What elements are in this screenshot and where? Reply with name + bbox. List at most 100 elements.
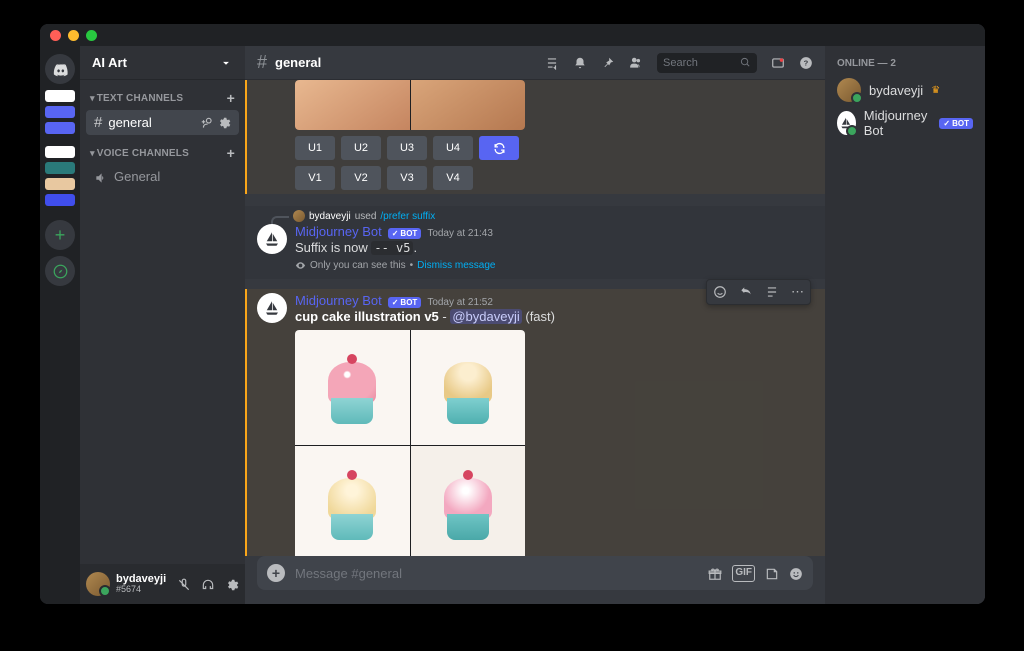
app-window: + AI Art ▾ TEXT CHANNELS + # bbox=[40, 24, 985, 604]
sailboat-icon bbox=[839, 116, 853, 130]
u2-button[interactable]: U2 bbox=[341, 136, 381, 160]
search-input[interactable]: Search bbox=[657, 53, 757, 73]
speaker-icon bbox=[94, 169, 108, 185]
chevron-down-icon: ▾ bbox=[90, 93, 95, 104]
discord-logo-icon bbox=[52, 61, 69, 78]
reply-button[interactable] bbox=[733, 280, 759, 304]
message: U1 U2 U3 U4 V1 V2 V3 V4 bbox=[245, 80, 825, 194]
server-folder-1[interactable] bbox=[45, 90, 75, 134]
user-avatar[interactable] bbox=[86, 572, 110, 596]
bot-badge: BOT bbox=[388, 228, 422, 239]
threads-button[interactable] bbox=[545, 54, 559, 71]
add-reaction-button[interactable] bbox=[707, 280, 733, 304]
emoji-button[interactable] bbox=[789, 565, 803, 582]
message-content: cup cake illustration v5 - @bydaveyji (f… bbox=[295, 308, 555, 326]
dismiss-link[interactable]: Dismiss message bbox=[417, 260, 495, 271]
window-close-button[interactable] bbox=[50, 30, 61, 41]
generated-image-grid[interactable] bbox=[295, 330, 525, 556]
more-button[interactable]: ⋯ bbox=[785, 280, 810, 304]
u1-button[interactable]: U1 bbox=[295, 136, 335, 160]
help-button[interactable]: ? bbox=[799, 54, 813, 71]
thread-button[interactable] bbox=[759, 280, 785, 304]
reply-avatar bbox=[293, 210, 305, 222]
chevron-down-icon: ▾ bbox=[90, 148, 95, 159]
bot-avatar[interactable] bbox=[257, 293, 287, 323]
channel-title: general bbox=[275, 55, 321, 70]
bot-avatar[interactable] bbox=[257, 224, 287, 254]
refresh-icon bbox=[493, 142, 506, 155]
add-server-button[interactable]: + bbox=[45, 220, 75, 250]
settings-icon[interactable] bbox=[217, 116, 231, 130]
u3-button[interactable]: U3 bbox=[387, 136, 427, 160]
titlebar bbox=[40, 24, 985, 46]
generated-image-preview[interactable] bbox=[295, 80, 525, 130]
members-button[interactable] bbox=[629, 54, 643, 71]
window-minimize-button[interactable] bbox=[68, 30, 79, 41]
channel-general[interactable]: # general bbox=[86, 110, 239, 135]
user-settings-button[interactable] bbox=[225, 576, 239, 592]
message-input[interactable] bbox=[295, 566, 698, 581]
app-body: + AI Art ▾ TEXT CHANNELS + # bbox=[40, 46, 985, 604]
add-voice-channel-button[interactable]: + bbox=[227, 145, 235, 161]
composer-area: + GIF bbox=[245, 556, 825, 604]
ephemeral-note: Only you can see this • Dismiss message bbox=[295, 260, 495, 271]
message-hover-actions: ⋯ bbox=[706, 279, 811, 305]
bot-badge: BOT bbox=[388, 297, 422, 308]
server-header[interactable]: AI Art bbox=[80, 46, 245, 80]
explore-servers-button[interactable] bbox=[45, 256, 75, 286]
sailboat-icon bbox=[263, 299, 281, 317]
v1-button[interactable]: V1 bbox=[295, 166, 335, 190]
message-composer[interactable]: + GIF bbox=[257, 556, 813, 590]
v4-button[interactable]: V4 bbox=[433, 166, 473, 190]
message-author[interactable]: Midjourney Bot bbox=[295, 293, 382, 308]
reroll-button[interactable] bbox=[479, 136, 519, 160]
attach-button[interactable]: + bbox=[267, 564, 285, 582]
message-author[interactable]: Midjourney Bot bbox=[295, 224, 382, 239]
gif-button[interactable]: GIF bbox=[732, 565, 755, 582]
window-maximize-button[interactable] bbox=[86, 30, 97, 41]
user-mention[interactable]: @bydaveyji bbox=[450, 309, 521, 324]
compass-icon bbox=[53, 264, 68, 279]
voice-channel-general[interactable]: General bbox=[86, 165, 239, 189]
server-rail: + bbox=[40, 46, 80, 604]
pinned-button[interactable] bbox=[601, 54, 615, 71]
inbox-button[interactable] bbox=[771, 54, 785, 71]
variation-row: V1 V2 V3 V4 bbox=[295, 166, 525, 190]
member-avatar bbox=[837, 111, 856, 135]
v2-button[interactable]: V2 bbox=[341, 166, 381, 190]
sailboat-icon bbox=[263, 230, 281, 248]
text-channels-category[interactable]: ▾ TEXT CHANNELS + bbox=[86, 90, 239, 110]
add-channel-button[interactable]: + bbox=[227, 90, 235, 106]
message-mention: ⋯ Midjourney Bot BOT Today at 21:52 bbox=[245, 289, 825, 556]
member-item[interactable]: Midjourney Bot BOT bbox=[833, 105, 977, 141]
invite-icon[interactable] bbox=[200, 116, 214, 130]
message-timestamp: Today at 21:52 bbox=[427, 297, 493, 308]
gift-button[interactable] bbox=[708, 565, 722, 582]
owner-crown-icon: ♛ bbox=[931, 85, 940, 96]
upscale-row: U1 U2 U3 U4 bbox=[295, 136, 525, 160]
u4-button[interactable]: U4 bbox=[433, 136, 473, 160]
members-header: ONLINE — 2 bbox=[833, 58, 977, 69]
member-list: ONLINE — 2 bydaveyji ♛ Midjourney Bot BO… bbox=[825, 46, 985, 604]
bot-badge: BOT bbox=[939, 118, 973, 129]
message-timestamp: Today at 21:43 bbox=[427, 228, 493, 239]
voice-channels-category[interactable]: ▾ VOICE CHANNELS + bbox=[86, 145, 239, 165]
message-content: Suffix is now -- v5. bbox=[295, 239, 495, 257]
sticker-button[interactable] bbox=[765, 565, 779, 582]
user-info[interactable]: bydaveyji #5674 bbox=[116, 573, 166, 595]
v3-button[interactable]: V3 bbox=[387, 166, 427, 190]
member-item[interactable]: bydaveyji ♛ bbox=[833, 75, 977, 105]
server-name: AI Art bbox=[92, 55, 127, 70]
home-button[interactable] bbox=[45, 54, 75, 84]
message-ephemeral: bydaveyji used /prefer suffix Midjourney… bbox=[245, 206, 825, 279]
server-folder-2[interactable] bbox=[45, 146, 75, 206]
eye-icon bbox=[295, 260, 306, 271]
channel-sidebar: AI Art ▾ TEXT CHANNELS + # general bbox=[80, 46, 245, 604]
hash-icon: # bbox=[94, 114, 102, 131]
member-avatar bbox=[837, 78, 861, 102]
notifications-button[interactable] bbox=[573, 54, 587, 71]
deafen-button[interactable] bbox=[201, 576, 215, 592]
mute-button[interactable] bbox=[177, 576, 191, 592]
chat-main: # general Search ? bbox=[245, 46, 825, 604]
message-list: U1 U2 U3 U4 V1 V2 V3 V4 bbox=[245, 80, 825, 556]
